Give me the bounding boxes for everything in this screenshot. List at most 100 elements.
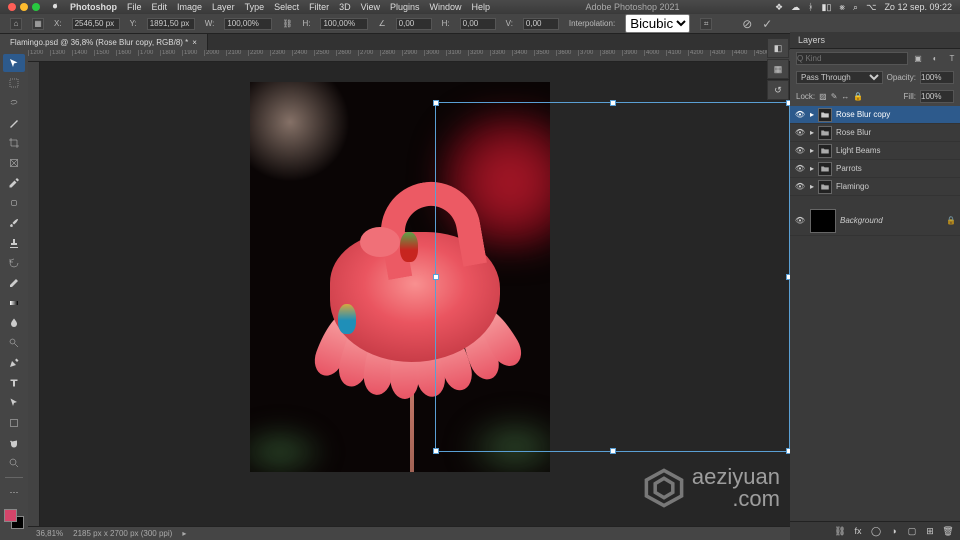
menu-3d[interactable]: 3D [339, 2, 351, 12]
canvas[interactable] [40, 62, 790, 526]
fx-icon[interactable]: fx [852, 525, 864, 537]
mask-icon[interactable]: ◯ [870, 525, 882, 537]
filter-type-icon[interactable]: T [946, 53, 958, 65]
frame-tool[interactable] [3, 154, 25, 172]
h-field[interactable] [320, 18, 368, 30]
new-layer-icon[interactable]: ⊞ [924, 525, 936, 537]
battery-icon[interactable]: ▮▯ [822, 2, 832, 13]
lock-icon[interactable]: 🔒 [946, 216, 956, 225]
menu-window[interactable]: Window [430, 2, 462, 12]
warp-icon[interactable]: ⌗ [700, 18, 712, 30]
edit-toolbar-icon[interactable]: ⋯ [3, 483, 25, 501]
close-tab-icon[interactable]: × [192, 38, 197, 47]
lock-all-icon[interactable]: 🔒 [853, 92, 863, 101]
fill-field[interactable] [920, 90, 954, 103]
w-field[interactable] [224, 18, 272, 30]
ruler-horizontal[interactable]: 1200130014001500160017001800190020002100… [28, 50, 790, 62]
color-panel-icon[interactable]: ◧ [767, 38, 789, 58]
x-field[interactable] [72, 18, 120, 30]
home-icon[interactable]: ⌂ [10, 18, 22, 30]
visibility-icon[interactable]: 👁 [794, 182, 806, 191]
dodge-tool[interactable] [3, 334, 25, 352]
adjustment-icon[interactable]: ◑ [888, 525, 900, 537]
window-traffic-lights[interactable] [8, 3, 40, 11]
shape-tool[interactable] [3, 414, 25, 432]
menu-select[interactable]: Select [274, 2, 299, 12]
layer-row[interactable]: 👁 ▸ Rose Blur copy [790, 106, 960, 124]
visibility-icon[interactable]: 👁 [794, 128, 806, 137]
zoom-level[interactable]: 36,81% [36, 529, 63, 538]
layer-row[interactable]: 👁 ▸ Parrots [790, 160, 960, 178]
menu-edit[interactable]: Edit [152, 2, 168, 12]
link-icon[interactable]: ⛓ [282, 19, 292, 28]
menu-image[interactable]: Image [177, 2, 202, 12]
path-select-tool[interactable] [3, 394, 25, 412]
transform-icon[interactable]: ▦ [32, 18, 44, 30]
interp-select[interactable]: Bicubic [625, 14, 690, 33]
layer-row[interactable]: 👁 ▸ Light Beams [790, 142, 960, 160]
chevron-right-icon[interactable]: ▸ [810, 146, 814, 155]
layer-row[interactable]: 👁 ▸ Flamingo [790, 178, 960, 196]
menu-layer[interactable]: Layer [212, 2, 235, 12]
lock-pixels-icon[interactable]: ✎ [831, 92, 838, 101]
visibility-icon[interactable]: 👁 [794, 164, 806, 173]
marquee-tool[interactable] [3, 74, 25, 92]
opacity-field[interactable] [920, 71, 954, 84]
y-field[interactable] [147, 18, 195, 30]
chevron-right-icon[interactable]: ▸ [810, 128, 814, 137]
visibility-icon[interactable]: 👁 [794, 216, 806, 225]
filter-pixel-icon[interactable]: ▣ [912, 53, 924, 65]
commit-transform-icon[interactable]: ✓ [762, 17, 772, 31]
menu-view[interactable]: View [361, 2, 380, 12]
lock-trans-icon[interactable]: ▨ [819, 92, 827, 101]
wifi-icon[interactable]: ⨳ [839, 2, 845, 13]
layer-filter-input[interactable] [796, 52, 908, 65]
apple-icon[interactable] [50, 1, 60, 13]
menu-filter[interactable]: Filter [309, 2, 329, 12]
wand-tool[interactable] [3, 114, 25, 132]
pen-tool[interactable] [3, 354, 25, 372]
dropbox-icon[interactable]: ❖ [775, 2, 783, 13]
crop-tool[interactable] [3, 134, 25, 152]
heal-tool[interactable] [3, 194, 25, 212]
visibility-icon[interactable]: 👁 [794, 146, 806, 155]
color-swatches[interactable] [4, 509, 24, 529]
menu-file[interactable]: File [127, 2, 142, 12]
menu-type[interactable]: Type [245, 2, 265, 12]
group-icon[interactable]: ▢ [906, 525, 918, 537]
brush-tool[interactable] [3, 214, 25, 232]
lasso-tool[interactable] [3, 94, 25, 112]
app-name[interactable]: Photoshop [70, 2, 117, 12]
eraser-tool[interactable] [3, 274, 25, 292]
layers-tab[interactable]: Layers [790, 32, 960, 49]
chevron-right-icon[interactable]: ▸ [182, 529, 186, 538]
delete-layer-icon[interactable]: 🗑 [942, 525, 954, 537]
zoom-tool[interactable] [3, 454, 25, 472]
cancel-transform-icon[interactable]: ⊘ [742, 17, 752, 31]
history-brush-tool[interactable] [3, 254, 25, 272]
blend-mode-select[interactable]: Pass Through [796, 71, 883, 84]
search-icon[interactable]: ⌕ [853, 2, 858, 13]
history-panel-icon[interactable]: ↺ [767, 80, 789, 100]
document-tab[interactable]: Flamingo.psd @ 36,8% (Rose Blur copy, RG… [0, 34, 208, 50]
hand-tool[interactable] [3, 434, 25, 452]
eyedropper-tool[interactable] [3, 174, 25, 192]
gradient-tool[interactable] [3, 294, 25, 312]
visibility-icon[interactable]: 👁 [794, 110, 806, 119]
skew-v-field[interactable] [523, 18, 559, 30]
type-tool[interactable] [3, 374, 25, 392]
menu-help[interactable]: Help [472, 2, 491, 12]
cloud-icon[interactable]: ☁ [791, 2, 800, 13]
blur-tool[interactable] [3, 314, 25, 332]
menu-plugins[interactable]: Plugins [390, 2, 420, 12]
chevron-right-icon[interactable]: ▸ [810, 110, 814, 119]
layer-row-background[interactable]: 👁 Background 🔒 [790, 206, 960, 236]
ruler-vertical[interactable] [28, 62, 40, 526]
chevron-right-icon[interactable]: ▸ [810, 182, 814, 191]
stamp-tool[interactable] [3, 234, 25, 252]
angle-field[interactable] [396, 18, 432, 30]
clock[interactable]: Zo 12 sep. 09:22 [884, 2, 952, 12]
filter-adjust-icon[interactable]: ◐ [929, 53, 941, 65]
lock-pos-icon[interactable]: ↔ [841, 92, 849, 101]
chevron-right-icon[interactable]: ▸ [810, 164, 814, 173]
